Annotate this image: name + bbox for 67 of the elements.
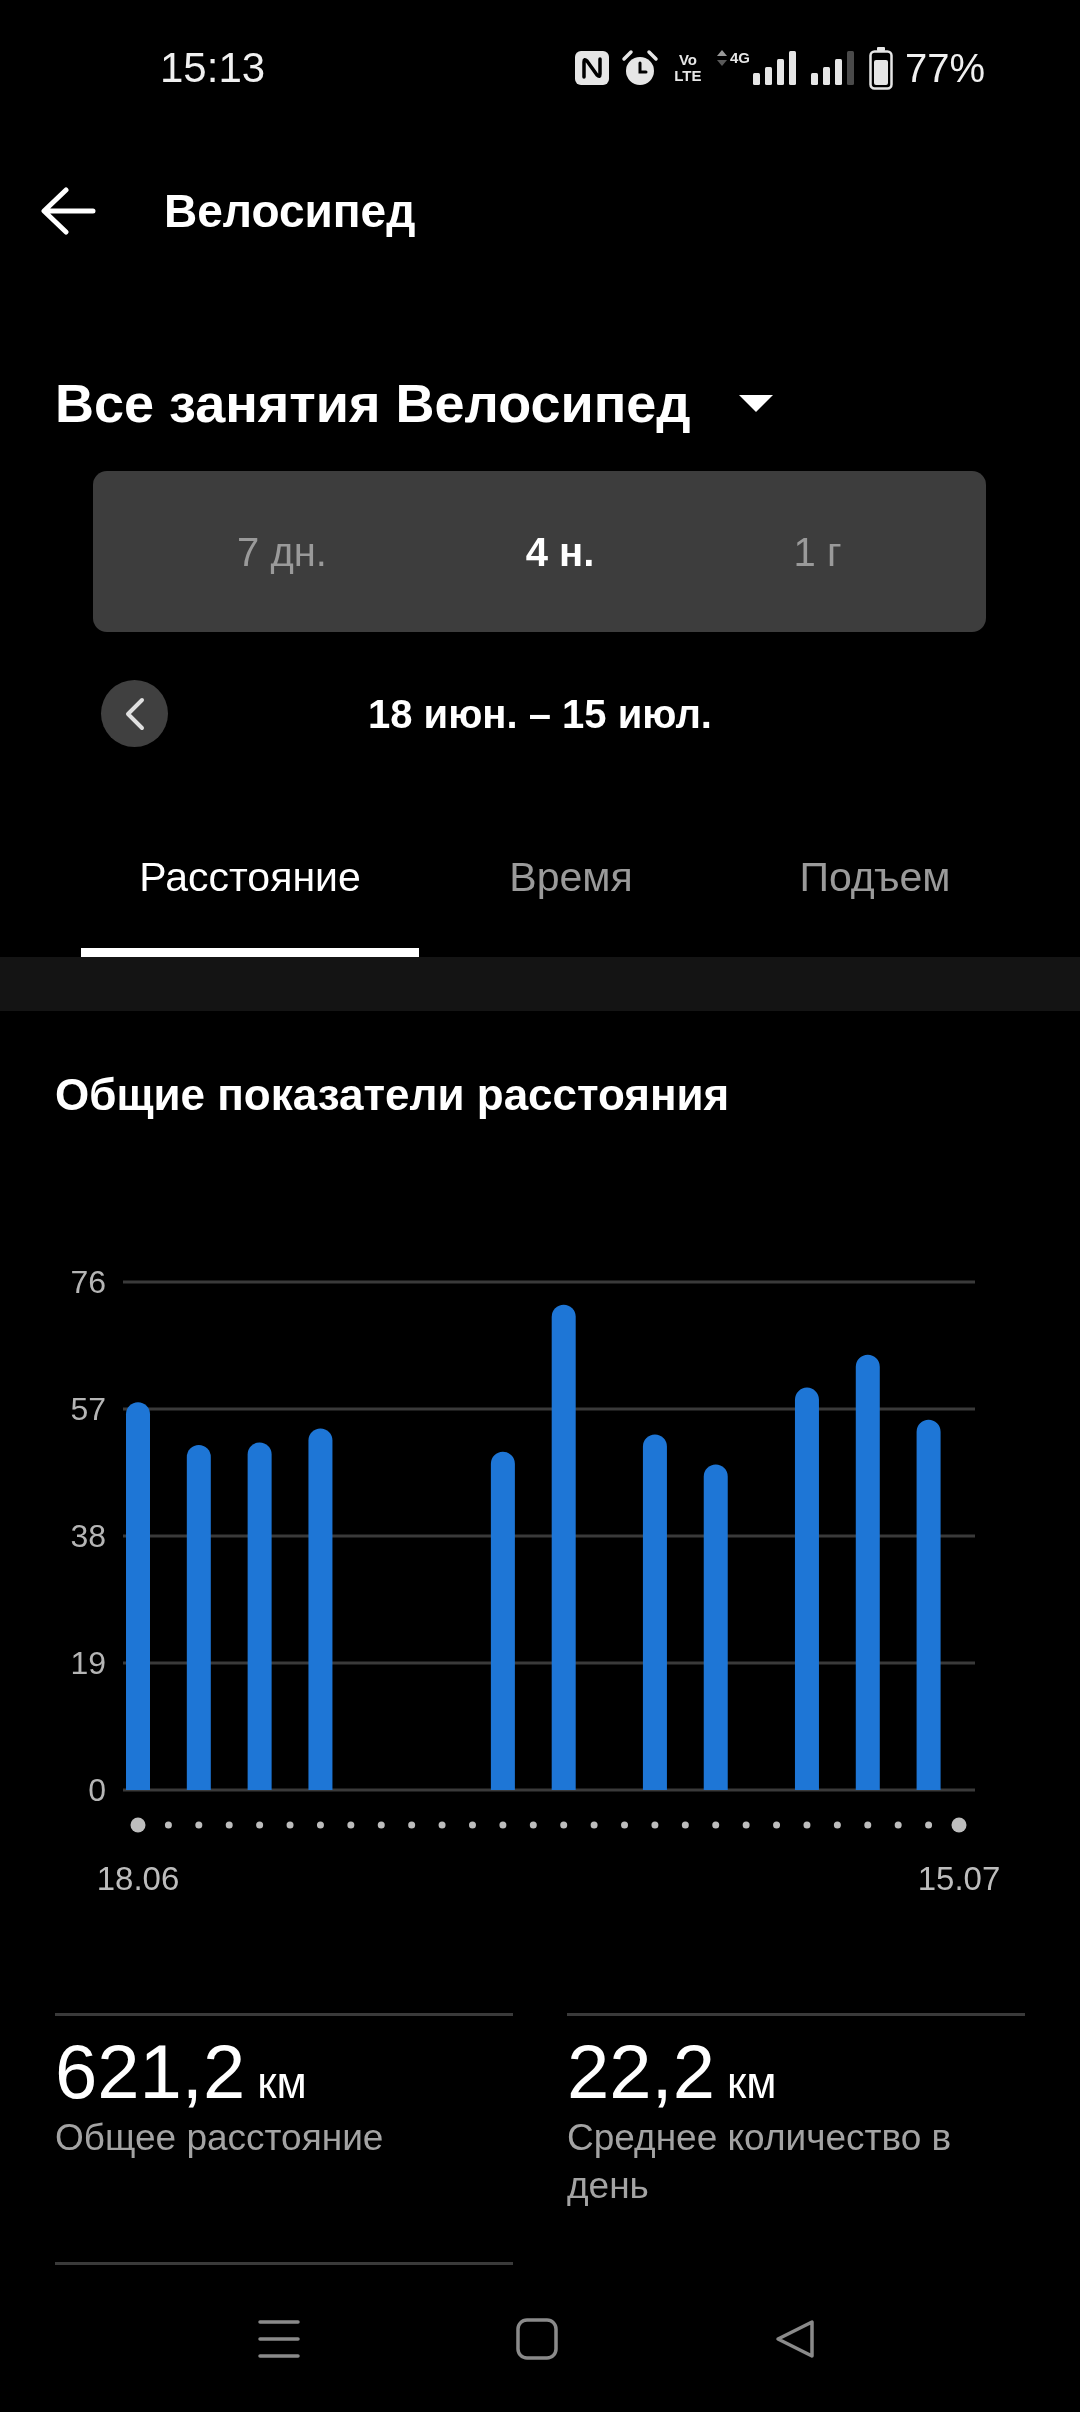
screen-title: Велосипед (164, 184, 416, 239)
section-title: Общие показатели расстояния (55, 1069, 730, 1121)
menu-icon[interactable] (258, 2318, 300, 2359)
day-marker-icon (529, 1821, 537, 1829)
data-arrows-icon (716, 50, 727, 66)
stat-unit: км (726, 2057, 777, 2109)
day-marker-icon (742, 1821, 750, 1829)
day-marker-icon (347, 1821, 355, 1829)
day-marker-icon (438, 1821, 446, 1829)
nfc-icon (574, 51, 609, 85)
stat-unit: км (257, 2057, 307, 2109)
day-marker-icon (377, 1821, 385, 1829)
day-marker-icon (621, 1821, 628, 1829)
day-marker-icon (195, 1821, 203, 1829)
alarm-clock-icon (620, 49, 659, 87)
metric-tab[interactable]: Время (419, 837, 723, 957)
battery-percentage: 77% (904, 45, 985, 92)
y-axis-label: 76 (70, 1264, 106, 1300)
period-option[interactable]: 4 н. (471, 471, 649, 632)
date-range: 18 июн. – 15 июл. (368, 690, 712, 738)
day-marker-icon (651, 1821, 659, 1829)
period-option[interactable]: 7 дн. (93, 471, 471, 632)
back-arrow-icon[interactable] (40, 187, 96, 235)
day-marker-icon (316, 1821, 324, 1829)
day-marker-icon (469, 1821, 476, 1829)
y-axis-label: 19 (70, 1645, 106, 1681)
volte-label: Vo LTE (673, 52, 703, 84)
metric-tab[interactable]: Расстояние (81, 837, 419, 957)
day-marker-icon (803, 1821, 811, 1829)
stat-label: Общее расстояние (55, 2116, 384, 2160)
home-square-icon[interactable] (516, 2317, 558, 2360)
stat-value: 22,2 (567, 2030, 715, 2114)
day-marker-icon (894, 1821, 902, 1829)
day-marker-icon (164, 1821, 172, 1829)
day-marker-icon (951, 1817, 967, 1833)
day-marker-icon (590, 1821, 598, 1829)
day-marker-icon (256, 1821, 264, 1829)
y-axis-label: 0 (88, 1772, 106, 1808)
signal-bars-icon (810, 51, 857, 85)
status-time: 15:13 (160, 44, 266, 92)
back-triangle-icon[interactable] (775, 2318, 815, 2359)
period-option[interactable]: 1 г (649, 471, 986, 632)
activity-dropdown[interactable]: Все занятия Велосипед (55, 371, 773, 435)
chevron-left-icon (124, 696, 145, 731)
y-axis-label: 38 (70, 1518, 106, 1554)
x-axis-label: 15.07 (917, 1859, 1001, 1897)
day-marker-icon (681, 1821, 689, 1829)
day-marker-icon (773, 1821, 781, 1829)
signal-bars-icon (752, 51, 799, 85)
caret-icon (738, 394, 773, 412)
day-marker-icon (560, 1821, 568, 1829)
metric-tab[interactable]: Подъем (723, 837, 1027, 957)
stat-label: Среднее количество в день (567, 2116, 953, 2208)
day-marker-icon (712, 1821, 720, 1829)
battery-icon (868, 46, 893, 90)
day-marker-icon (499, 1821, 507, 1829)
day-marker-icon (833, 1821, 841, 1829)
day-marker-icon (130, 1817, 146, 1833)
x-axis-label: 18.06 (96, 1859, 180, 1897)
day-marker-icon (286, 1821, 294, 1829)
stat-value: 621,2 (55, 2030, 246, 2114)
y-axis-label: 57 (70, 1391, 106, 1427)
day-marker-icon (925, 1821, 933, 1829)
day-marker-icon (225, 1821, 233, 1829)
network-type-label: 4G (729, 50, 750, 66)
day-marker-icon (864, 1821, 872, 1829)
day-marker-icon (408, 1821, 416, 1829)
